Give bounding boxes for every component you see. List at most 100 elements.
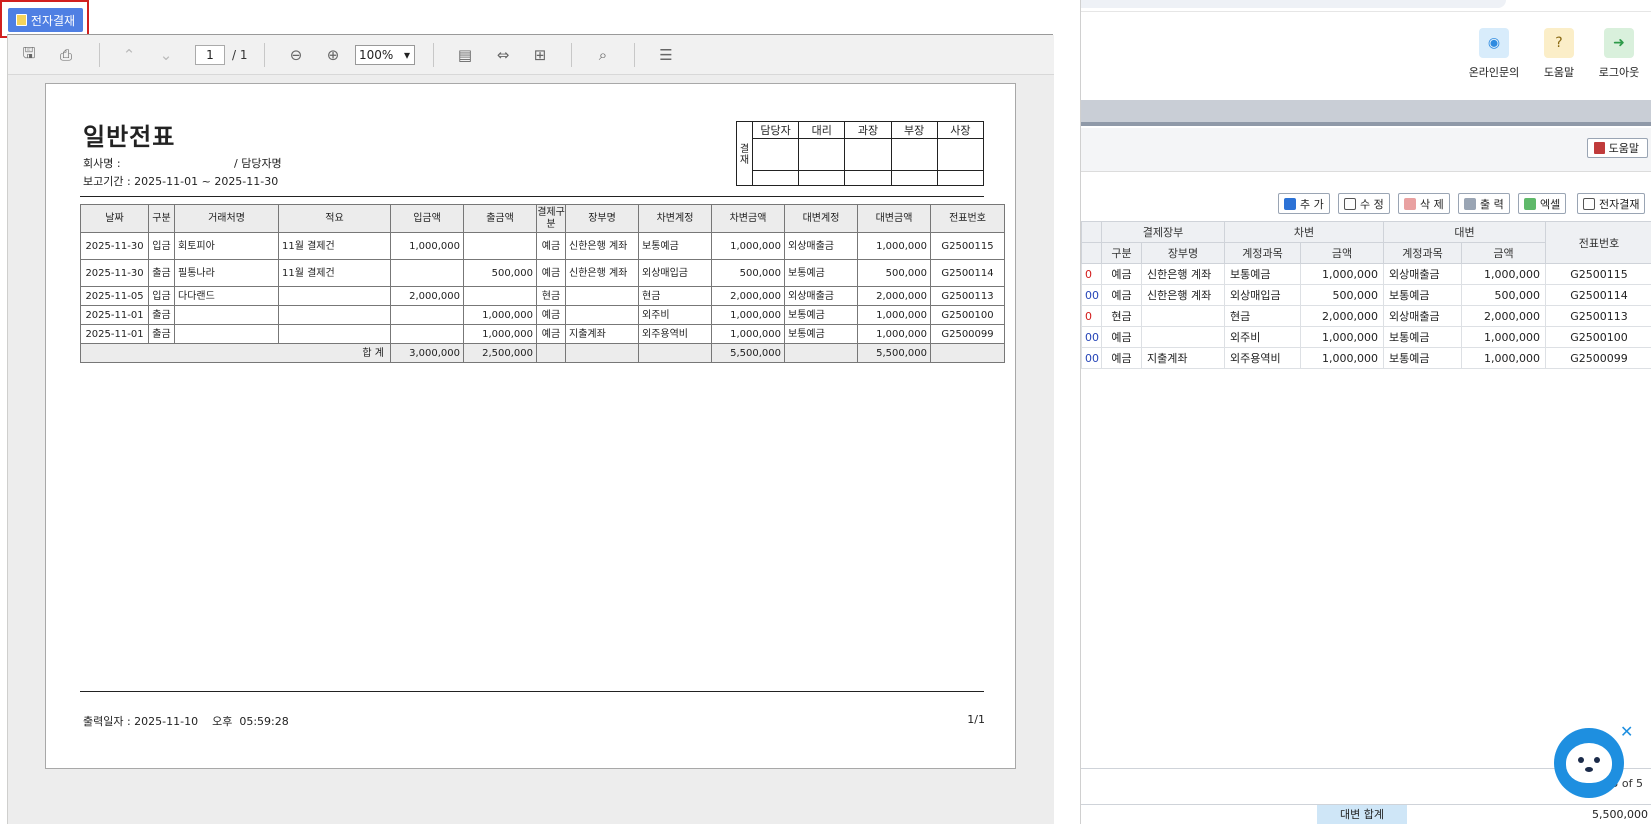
col-payment-type: 결제구분 (536, 204, 566, 233)
logout-button[interactable]: ➜ 로그아웃 (1584, 28, 1651, 80)
print-button[interactable]: 출 력 (1458, 193, 1510, 214)
approval-role: 대리 (798, 121, 846, 139)
cell: 외주비 (638, 305, 712, 325)
manager-label: / 담당자명 (234, 157, 282, 170)
cell (463, 232, 537, 260)
grid-cell: 신한은행 계좌 (1140, 284, 1226, 306)
zoom-select[interactable]: 100% (355, 45, 415, 65)
date-cell (751, 170, 800, 186)
delete-label: 삭 제 (1420, 197, 1444, 211)
cell (390, 305, 464, 325)
close-icon[interactable]: ✕ (1620, 722, 1633, 741)
grid-cell (1140, 326, 1226, 348)
next-page-icon[interactable]: ⌄ (155, 45, 177, 65)
document-icon (15, 14, 27, 26)
help-button[interactable]: 도움말 (1586, 138, 1648, 158)
fit-page-icon[interactable]: ▤ (454, 45, 476, 65)
approval-role: 과장 (844, 121, 892, 139)
cell: 지출계좌 (565, 324, 639, 344)
cell: 출금 (148, 324, 175, 344)
date-cell (798, 170, 846, 186)
grid-cell: 외주비 (1224, 326, 1302, 348)
voucher-grid: 결제장부 차변 대변 전표번호 구분 장부명 계정과목 금액 계정과목 금액 0… (1081, 221, 1651, 369)
grid-cell: 00 (1081, 347, 1102, 369)
grid-cell: 1,000,000 (1300, 326, 1385, 348)
grid-cell: 보통예금 (1383, 284, 1463, 306)
online-inquiry-button[interactable]: ◉ 온라인문의 (1459, 28, 1529, 80)
zoom-in-icon[interactable]: ⊕ (322, 45, 344, 65)
grid-subheader-lead (1081, 242, 1102, 264)
fit-width-icon[interactable]: ⇔ (492, 45, 514, 65)
table-row: 2025-11-30 출금 필통나라 11월 결제건 500,000 예금 신한… (80, 259, 1005, 287)
toolbar-separator (264, 43, 265, 67)
chatbot-button[interactable] (1554, 728, 1624, 798)
excel-button[interactable]: 엑셀 (1518, 193, 1567, 214)
cell: 현금 (536, 286, 566, 306)
cell: 외상매출금 (784, 232, 858, 260)
edit-button[interactable]: 수 정 (1338, 193, 1390, 214)
cell (565, 286, 639, 306)
cell: 신한은행 계좌 (565, 259, 639, 287)
cell (174, 305, 279, 325)
cell: 500,000 (463, 259, 537, 287)
col-voucher-no: 전표번호 (930, 204, 1005, 233)
export-icon[interactable]: ⊞ (529, 45, 551, 65)
grid-cell: 예금 (1101, 326, 1142, 348)
menu-icon[interactable]: ☰ (655, 45, 677, 65)
grid-row[interactable]: 00 예금 신한은행 계좌 외상매입금 500,000 보통예금 500,000… (1081, 284, 1651, 306)
page-total: / 1 (232, 48, 248, 62)
approval-role: 사장 (936, 121, 985, 139)
toolbar-separator (99, 43, 100, 67)
sign-cell (936, 138, 985, 171)
sum-credit: 5,500,000 (1592, 808, 1648, 821)
top-strip (1081, 0, 1651, 12)
date-cell (844, 170, 892, 186)
print-label: 출 력 (1480, 197, 1504, 211)
report-title: 일반전표 (83, 123, 176, 151)
grid-cell: 0 (1081, 263, 1102, 285)
cell: 예금 (536, 259, 566, 287)
page-number-input[interactable]: 1 (195, 45, 225, 65)
grid-cell: 1,000,000 (1300, 347, 1385, 369)
save-icon[interactable]: 🖫 (18, 44, 40, 65)
e-approval-toolbar-label: 전자결재 (1599, 197, 1640, 211)
col-out: 출금액 (463, 204, 537, 233)
cell: 회토피아 (174, 232, 279, 260)
date-cell (936, 170, 985, 186)
sum-credit-label: 대변 합계 (1317, 805, 1407, 824)
total-row: 합 계 3,000,000 2,500,000 5,500,000 5,500,… (80, 343, 1005, 363)
grid-row[interactable]: 00 예금 지출계좌 외주용역비 1,000,000 보통예금 1,000,00… (1081, 347, 1651, 369)
add-button[interactable]: 추 가 (1278, 193, 1330, 214)
cell: 11월 결제건 (278, 232, 391, 260)
grid-cell: 신한은행 계좌 (1140, 263, 1226, 285)
printer-icon[interactable]: ⎙ (55, 45, 77, 65)
plus-icon (1284, 197, 1296, 210)
e-approval-toolbar-button[interactable]: 전자결재 (1577, 193, 1646, 214)
grid-row[interactable]: 00 예금 외주비 1,000,000 보통예금 1,000,000 G2500… (1081, 326, 1651, 348)
prev-page-icon[interactable]: ⌃ (118, 45, 140, 65)
cell (638, 343, 712, 363)
cell: 500,000 (857, 259, 931, 287)
zoom-out-icon[interactable]: ⊖ (285, 45, 307, 65)
search-icon[interactable]: ⌕ (592, 45, 614, 65)
logout-icon: ➜ (1604, 28, 1634, 58)
excel-label: 엑셀 (1540, 197, 1561, 211)
grid-cell: G2500099 (1545, 347, 1651, 369)
cell (463, 286, 537, 306)
grid-row[interactable]: 0 예금 신한은행 계좌 보통예금 1,000,000 외상매출금 1,000,… (1081, 263, 1651, 285)
e-approval-button[interactable]: 전자결재 (8, 8, 83, 32)
grid-row[interactable]: 0 현금 현금 2,000,000 외상매출금 2,000,000 G25001… (1081, 305, 1651, 327)
toolbar-separator (571, 43, 572, 67)
page-number: 1/1 (967, 713, 985, 726)
cell: 1,000,000 (463, 324, 537, 344)
e-approval-label: 전자결재 (30, 13, 76, 28)
cell: 보통예금 (784, 324, 858, 344)
cell: 다다랜드 (174, 286, 279, 306)
cell: G2500099 (930, 324, 1005, 344)
cell: 2,000,000 (857, 286, 931, 306)
total-label: 합 계 (80, 343, 391, 363)
toolbar-separator (634, 43, 635, 67)
cell: 2,000,000 (711, 286, 785, 306)
cell (278, 305, 391, 325)
delete-button[interactable]: 삭 제 (1398, 193, 1450, 214)
